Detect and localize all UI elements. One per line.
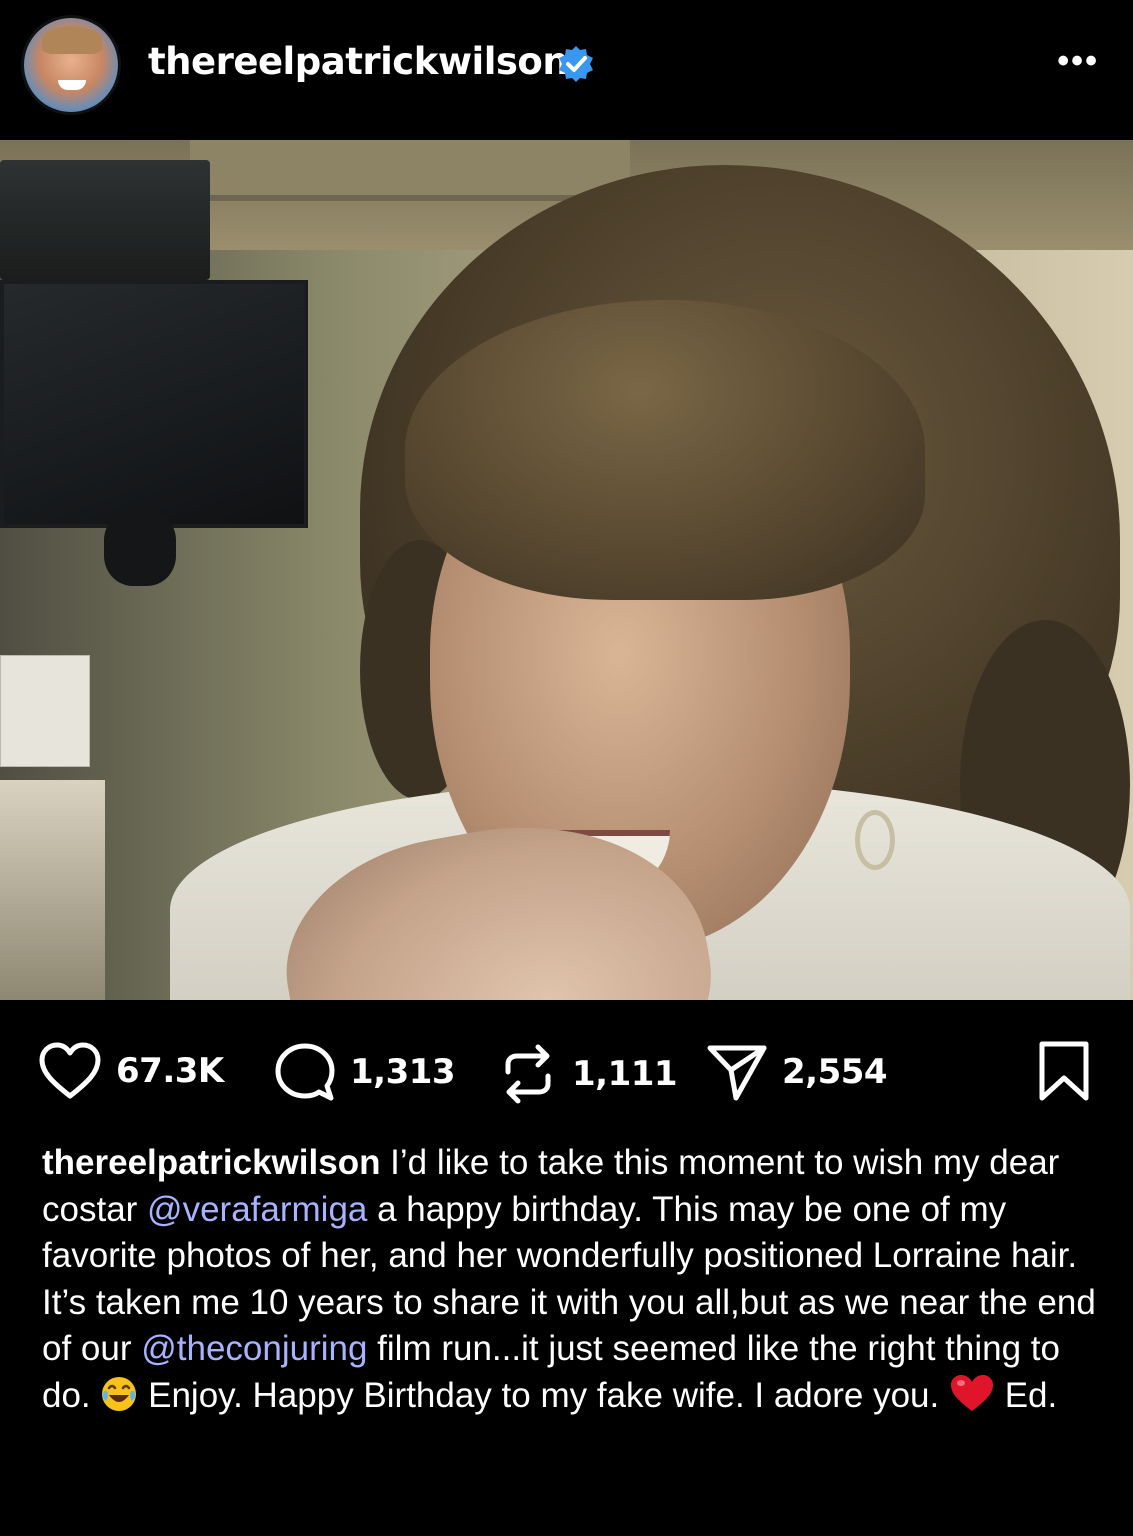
send-icon: [707, 1045, 767, 1101]
repost-count: 1,111: [572, 1054, 678, 1094]
username[interactable]: thereelpatrickwilson: [148, 40, 569, 83]
like-count: 67.3K: [116, 1051, 224, 1091]
caption-text-4: Enjoy. Happy Birthday to my fake wife. I…: [138, 1375, 949, 1415]
photo-cabinet: [190, 140, 630, 201]
photo-device: [0, 160, 210, 280]
mention-theconjuring[interactable]: @theconjuring: [141, 1329, 367, 1368]
repost-button[interactable]: 1,111: [498, 1042, 678, 1106]
post-header: thereelpatrickwilson •••: [0, 0, 1133, 140]
avatar-smile: [58, 80, 86, 90]
share-button[interactable]: 2,554: [706, 1042, 888, 1102]
photo-tv: [0, 280, 308, 528]
comment-count: 1,313: [350, 1052, 456, 1092]
more-options-button[interactable]: •••: [1057, 44, 1099, 78]
share-count: 2,554: [782, 1052, 888, 1092]
caption-username[interactable]: thereelpatrickwilson: [42, 1143, 380, 1182]
avatar-hair: [42, 26, 102, 54]
mention-verafarmiga[interactable]: @verafarmiga: [147, 1190, 367, 1229]
post-caption: thereelpatrickwilson I’d like to take th…: [42, 1140, 1102, 1425]
comment-button[interactable]: 1,313: [274, 1042, 456, 1102]
photo-camera: [104, 510, 176, 586]
post-photo[interactable]: [0, 140, 1133, 1000]
photo-earring: [855, 810, 895, 870]
verified-badge-icon: [556, 44, 596, 84]
bookmark-icon: [1039, 1041, 1089, 1101]
avatar[interactable]: [24, 18, 118, 112]
action-bar: 67.3K 1,313 1,111 2,554: [0, 1000, 1133, 1140]
comment-icon: [275, 1043, 335, 1101]
laughing-emoji-icon: [100, 1375, 138, 1426]
heart-icon: [39, 1042, 101, 1099]
repost-icon: [505, 1044, 551, 1104]
photo-bangs: [405, 300, 925, 600]
post-view: thereelpatrickwilson ••• 67.3K 1,313 1,1…: [0, 0, 1133, 1536]
photo-box: [0, 655, 90, 767]
save-button[interactable]: [1037, 1040, 1091, 1107]
like-button[interactable]: 67.3K: [38, 1042, 224, 1100]
red-heart-emoji-icon: [949, 1373, 995, 1426]
photo-shelf: [0, 780, 105, 1000]
caption-text-5: Ed.: [994, 1375, 1058, 1415]
